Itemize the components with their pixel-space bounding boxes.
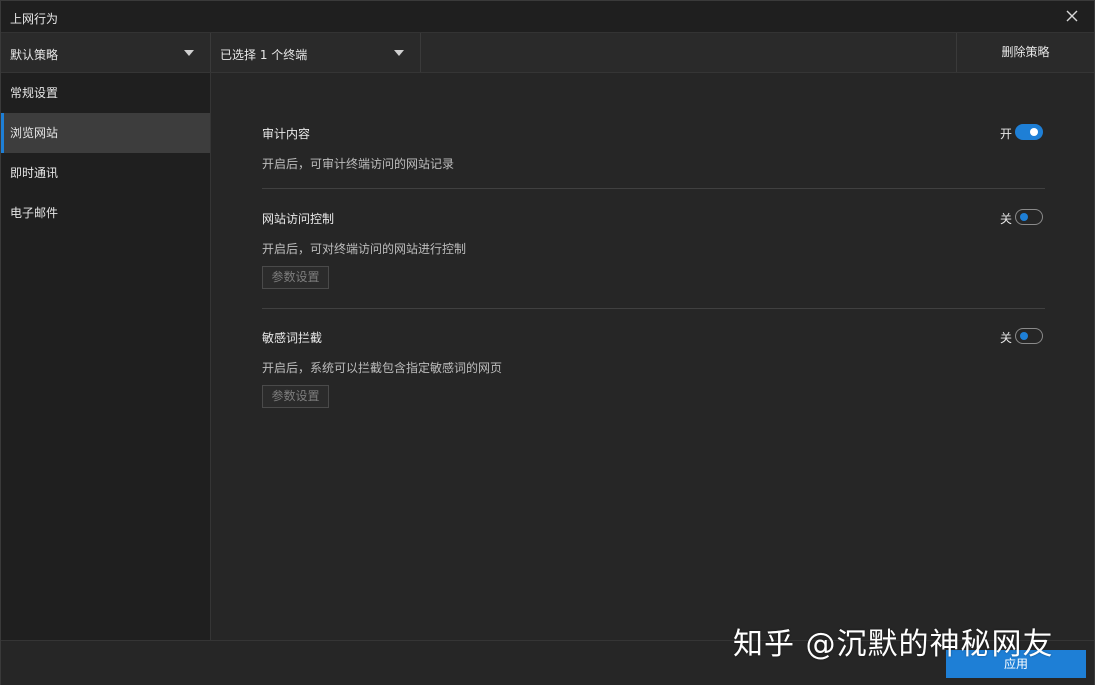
toolbar: 默认策略 已选择 1 个终端 删除策略 (1, 33, 1094, 73)
terminal-dropdown-value: 已选择 1 个终端 (220, 48, 308, 62)
terminal-dropdown[interactable]: 已选择 1 个终端 (211, 33, 421, 72)
sidebar-item-web-browsing[interactable]: 浏览网站 (1, 113, 210, 153)
toggle-knob (1020, 212, 1028, 221)
sidebar-item-label: 即时通讯 (10, 166, 59, 180)
watermark-text: 知乎 @沉默的神秘网友 (733, 627, 1054, 662)
sidebar-item-label: 浏览网站 (10, 126, 59, 140)
section-divider (262, 188, 1045, 189)
settings-panel: 审计内容 开 开启后，可审计终端访问的网站记录 网站访问控制 关 开启后，可对终… (212, 73, 1094, 640)
toggle-state-label: 开 (999, 127, 1012, 141)
toggle-switch-on[interactable] (1015, 124, 1043, 140)
title-bar: 上网行为 (1, 1, 1094, 33)
caret-down-icon (184, 50, 194, 56)
toggle-state-label: 关 (999, 212, 1012, 226)
sidebar: 常规设置 浏览网站 即时通讯 电子邮件 (1, 73, 211, 640)
sidebar-item-general[interactable]: 常规设置 (1, 73, 210, 113)
policy-dropdown[interactable]: 默认策略 (1, 33, 211, 72)
section-title: 网站访问控制 (262, 212, 335, 226)
window-title: 上网行为 (10, 12, 59, 26)
policy-window: 上网行为 默认策略 已选择 1 个终端 删除策略 常规设置 浏览网站 即时通讯 … (0, 0, 1095, 685)
policy-dropdown-value: 默认策略 (10, 48, 59, 62)
close-icon[interactable] (1064, 8, 1080, 24)
section-title: 审计内容 (262, 127, 311, 141)
delete-policy-button[interactable]: 删除策略 (956, 33, 1094, 72)
sidebar-item-label: 常规设置 (10, 86, 59, 100)
section-description: 开启后，系统可以拦截包含指定敏感词的网页 (262, 361, 503, 375)
section-description: 开启后，可审计终端访问的网站记录 (262, 157, 455, 171)
param-settings-button[interactable]: 参数设置 (262, 266, 329, 289)
section-description: 开启后，可对终端访问的网站进行控制 (262, 242, 467, 256)
param-settings-button[interactable]: 参数设置 (262, 385, 329, 408)
caret-down-icon (394, 50, 404, 56)
section-divider (262, 308, 1045, 309)
toggle-state-label: 关 (999, 331, 1012, 345)
toggle-switch-off[interactable] (1015, 209, 1043, 225)
sidebar-item-label: 电子邮件 (10, 206, 59, 220)
sidebar-item-instant-messaging[interactable]: 即时通讯 (1, 153, 210, 193)
toggle-switch-off[interactable] (1015, 328, 1043, 344)
toggle-knob (1020, 331, 1028, 340)
toggle-knob (1030, 128, 1038, 136)
sidebar-item-email[interactable]: 电子邮件 (1, 193, 210, 233)
section-title: 敏感词拦截 (262, 331, 323, 345)
